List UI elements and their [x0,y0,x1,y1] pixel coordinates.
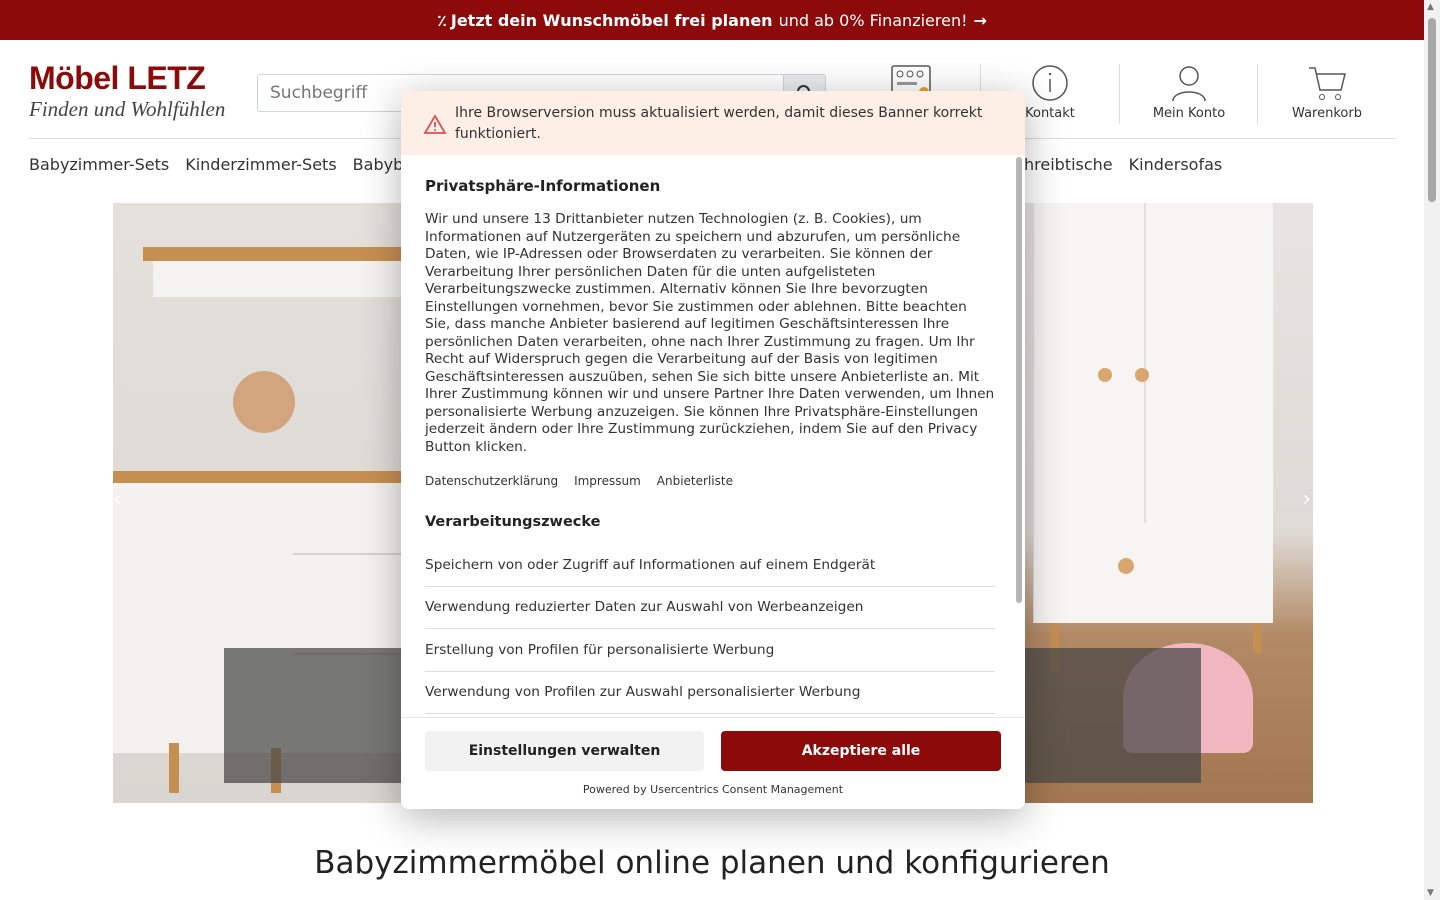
main-nav: Babyzimmer-Sets Kinderzimmer-Sets Babyb [29,155,419,174]
promo-bold-text: Jetzt dein Wunschmöbel frei planen [450,10,773,30]
user-icon [1172,66,1206,102]
browser-warning-text: Ihre Browserversion muss aktualisiert we… [455,105,983,142]
hero-knob [1135,368,1149,382]
promo-text: und ab 0% Finanzieren! [778,10,968,30]
carousel-prev-icon[interactable]: ‹ [113,487,122,512]
main-nav-right: hreibtische Kindersofas [1024,155,1238,174]
consent-text: Wir und unsere 13 Drittanbieter nutzen T… [425,211,995,455]
nav-item-babyzimmer-sets[interactable]: Babyzimmer-Sets [29,155,169,174]
purpose-item[interactable]: Speichern von oder Zugriff auf Informati… [425,544,995,587]
carousel-next-icon[interactable]: › [1302,487,1311,512]
percent-icon: ٪ [437,10,447,30]
vendor-list-link[interactable]: Anbieterliste [657,474,733,488]
nav-item-kinderzimmer-sets[interactable]: Kinderzimmer-Sets [185,155,336,174]
purpose-item[interactable]: Erstellung von Profilen für personalisie… [425,629,995,672]
warning-icon [423,114,447,134]
consent-dialog: Ihre Browserversion muss aktualisiert we… [401,91,1025,809]
nav-item-schreibtische[interactable]: hreibtische [1024,155,1113,174]
hero-knob [1118,558,1134,574]
account-link[interactable]: Mein Konto [1120,64,1258,124]
purpose-item[interactable]: Verwendung reduzierter Daten zur Auswahl… [425,587,995,629]
logo-brand: Möbel LETZ [29,60,206,96]
logo-tagline: Finden und Wohlfühlen [29,97,226,121]
purpose-item[interactable]: Verwendung von Profilen zur Auswahl pers… [425,672,995,714]
account-label: Mein Konto [1152,106,1226,121]
hero-wardrobe [1033,203,1273,623]
hero-dresser-leg [169,743,179,793]
consent-title: Privatsphäre-Informationen [425,177,661,195]
page-scrollbar[interactable]: ▲ ▼ [1424,0,1440,900]
powered-by-text[interactable]: Powered by Usercentrics Consent Manageme… [401,783,1025,796]
cart-icon [1309,67,1346,100]
cart-label: Warenkorb [1292,106,1362,121]
browser-warning: Ihre Browserversion muss aktualisiert we… [401,91,1025,155]
cart-link[interactable]: Warenkorb [1258,64,1396,124]
nav-item-kindersofas[interactable]: Kindersofas [1129,155,1223,174]
manage-settings-button[interactable]: Einstellungen verwalten [425,731,704,771]
purposes-title: Verarbeitungszwecke [425,514,601,530]
hero-shelf [143,247,433,261]
hero-teddy [233,371,295,433]
contact-label: Kontakt [1025,106,1075,121]
consent-body: Privatsphäre-Informationen Wir und unser… [425,177,995,714]
consent-scrollbar-thumb[interactable] [1016,157,1022,603]
info-icon [1032,65,1068,101]
scroll-up-icon[interactable]: ▲ [1427,2,1434,12]
hero-knob [1098,368,1112,382]
consent-links: Datenschutzerklärung Impressum Anbieterl… [425,474,995,488]
page-scrollbar-thumb[interactable] [1428,18,1436,202]
accept-all-button[interactable]: Akzeptiere alle [721,731,1001,771]
privacy-policy-link[interactable]: Datenschutzerklärung [425,474,558,488]
consent-footer: Einstellungen verwalten Akzeptiere alle … [401,717,1025,809]
logo[interactable]: Möbel LETZ Finden und Wohlfühlen [29,60,229,122]
hero-shelf-board [153,261,423,297]
promo-banner[interactable]: ٪ Jetzt dein Wunschmöbel frei planen und… [0,0,1424,40]
scroll-down-icon[interactable]: ▼ [1427,888,1434,898]
imprint-link[interactable]: Impressum [574,474,641,488]
hero-wardrobe-leg [1253,623,1261,653]
consent-scrollbar[interactable] [1015,155,1025,717]
arrow-right-icon: → [973,10,987,30]
nav-item-babybetten[interactable]: Babyb [353,155,404,174]
page-title: Babyzimmermöbel online planen und konfig… [314,845,1110,881]
